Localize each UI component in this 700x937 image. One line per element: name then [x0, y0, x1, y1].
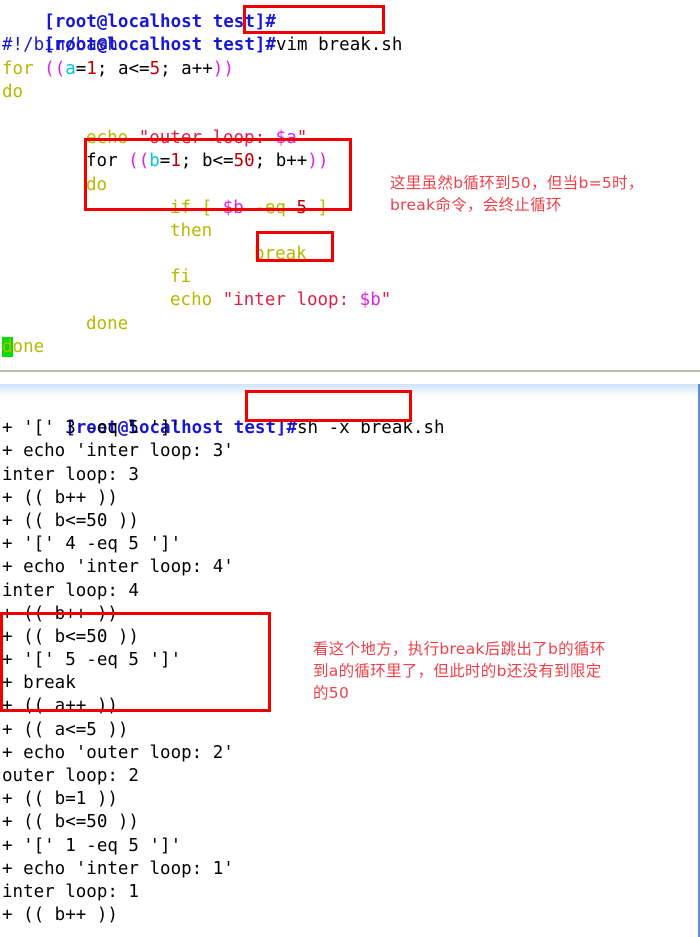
- trace-output-line: inter loop: 1: [2, 881, 139, 902]
- trace-output-line: + echo 'inter loop: 4': [2, 557, 234, 578]
- vim-token-keyword: then: [170, 220, 213, 241]
- trace-output-line: + '[' 1 -eq 5 ']': [2, 835, 182, 856]
- vim-token-plain: for: [86, 151, 129, 172]
- trace-output-line: + (( b++ )): [2, 487, 118, 508]
- cut-off-prompt-line: [root@localhost test]#: [0, 0, 700, 32]
- vim-token-plain: ; a<=: [96, 58, 150, 79]
- annotation-note-one: 这里虽然b循环到50，但当b=5时， break命令，会终止循环: [390, 174, 644, 214]
- vim-token-num: 1: [170, 151, 181, 172]
- vim-token-plain: ; b<=: [180, 151, 234, 172]
- trace-output-line: + '[' 4 -eq 5 ']': [2, 534, 182, 555]
- vim-token-string: "inter loop:: [222, 290, 360, 311]
- trace-output-line: + (( b++ )): [2, 905, 118, 926]
- trace-output-line: inter loop: 4: [2, 580, 139, 601]
- vim-token-dollar: $b: [359, 290, 381, 311]
- vim-token-keyword: if [: [170, 197, 223, 218]
- vim-token-plain: =: [75, 58, 87, 79]
- annotation-note-two: 看这个地方，执行break后跳出了b的循环 到a的循环里了，但此时的b还没有到限…: [313, 640, 606, 702]
- vim-token-string: ": [380, 290, 392, 311]
- vim-token-num: 5: [149, 58, 161, 79]
- vim-token-string: "outer loop:: [138, 128, 276, 149]
- vim-token-dollar: $b: [222, 197, 244, 218]
- vim-token-keyword: fi: [170, 267, 192, 288]
- trace-command-line[interactable]: [root@localhost test]#sh -x break.sh: [0, 394, 698, 438]
- vim-token-keyword: -eq: [243, 197, 297, 218]
- vim-script-line: echo "inter loop: $b": [0, 289, 700, 312]
- vim-token-num: 1: [86, 58, 97, 79]
- vim-token-cursor: d: [2, 336, 13, 357]
- vim-token-keyword: one: [12, 336, 45, 357]
- trace-output-line: + echo 'outer loop: 2': [2, 742, 234, 763]
- vim-token-keyword: for: [2, 58, 45, 79]
- trace-output-line: + (( a<=5 )): [2, 719, 129, 740]
- vim-token-num: 5: [296, 197, 307, 218]
- trace-output-line: + echo 'inter loop: 1': [2, 858, 234, 879]
- vim-token-keyword: echo: [86, 128, 139, 149]
- vim-token-var: b: [149, 151, 160, 172]
- vim-token-plain: ; a++: [160, 58, 213, 79]
- vim-token-keyword: break: [254, 244, 307, 265]
- vim-token-paren: )): [307, 151, 329, 172]
- vim-token-keyword: do: [86, 174, 108, 195]
- vim-script-line: then: [0, 220, 700, 243]
- vim-token-var: a: [65, 58, 76, 79]
- vim-script-line: [0, 104, 700, 127]
- vim-token-keyword: ]: [307, 197, 329, 218]
- vim-token-dollar: $a: [275, 128, 297, 149]
- vim-token-comment: #!/bin/bash: [2, 35, 118, 56]
- trace-output-line: + (( b<=50 )): [2, 510, 139, 531]
- vim-script-line: for ((a=1; a<=5; a++)): [0, 58, 700, 81]
- vim-token-string: ": [296, 128, 308, 149]
- vim-token-paren: ((: [128, 151, 150, 172]
- vim-token-keyword: do: [2, 81, 24, 102]
- vim-token-paren: ((: [44, 58, 66, 79]
- vim-token-plain: =: [159, 151, 171, 172]
- vim-command-line[interactable]: [root@localhost test]#vim break.sh: [0, 11, 700, 55]
- trace-output-line: + (( b=1 )): [2, 789, 118, 810]
- trace-output-line: inter loop: 3: [2, 464, 139, 485]
- trace-output-line: outer loop: 2: [2, 766, 139, 786]
- trace-output-line: + '[' 3 -eq 5 ']': [2, 418, 182, 439]
- vim-script-line: for ((b=1; b<=50; b++)): [0, 150, 700, 173]
- trace-output-line: + (( b++ )): [2, 603, 118, 624]
- trace-output-line: + echo 'inter loop: 3': [2, 441, 234, 462]
- vim-script-line: fi: [0, 266, 700, 289]
- vim-script-line: echo "outer loop: $a": [0, 127, 700, 150]
- vim-token-plain: ; b++: [254, 151, 308, 172]
- vim-token-keyword: echo: [170, 290, 223, 311]
- vim-script-line: done: [0, 313, 700, 336]
- vim-script-line: break: [0, 243, 700, 266]
- vim-token-num: 50: [233, 151, 255, 172]
- vim-script-line: done: [0, 336, 700, 359]
- vim-script-line: do: [0, 81, 700, 104]
- trace-output-line: + (( b<=50 )): [2, 812, 139, 833]
- vim-token-paren: )): [212, 58, 234, 79]
- vim-script-line: #!/bin/bash: [0, 34, 700, 57]
- vim-token-keyword: done: [86, 313, 129, 334]
